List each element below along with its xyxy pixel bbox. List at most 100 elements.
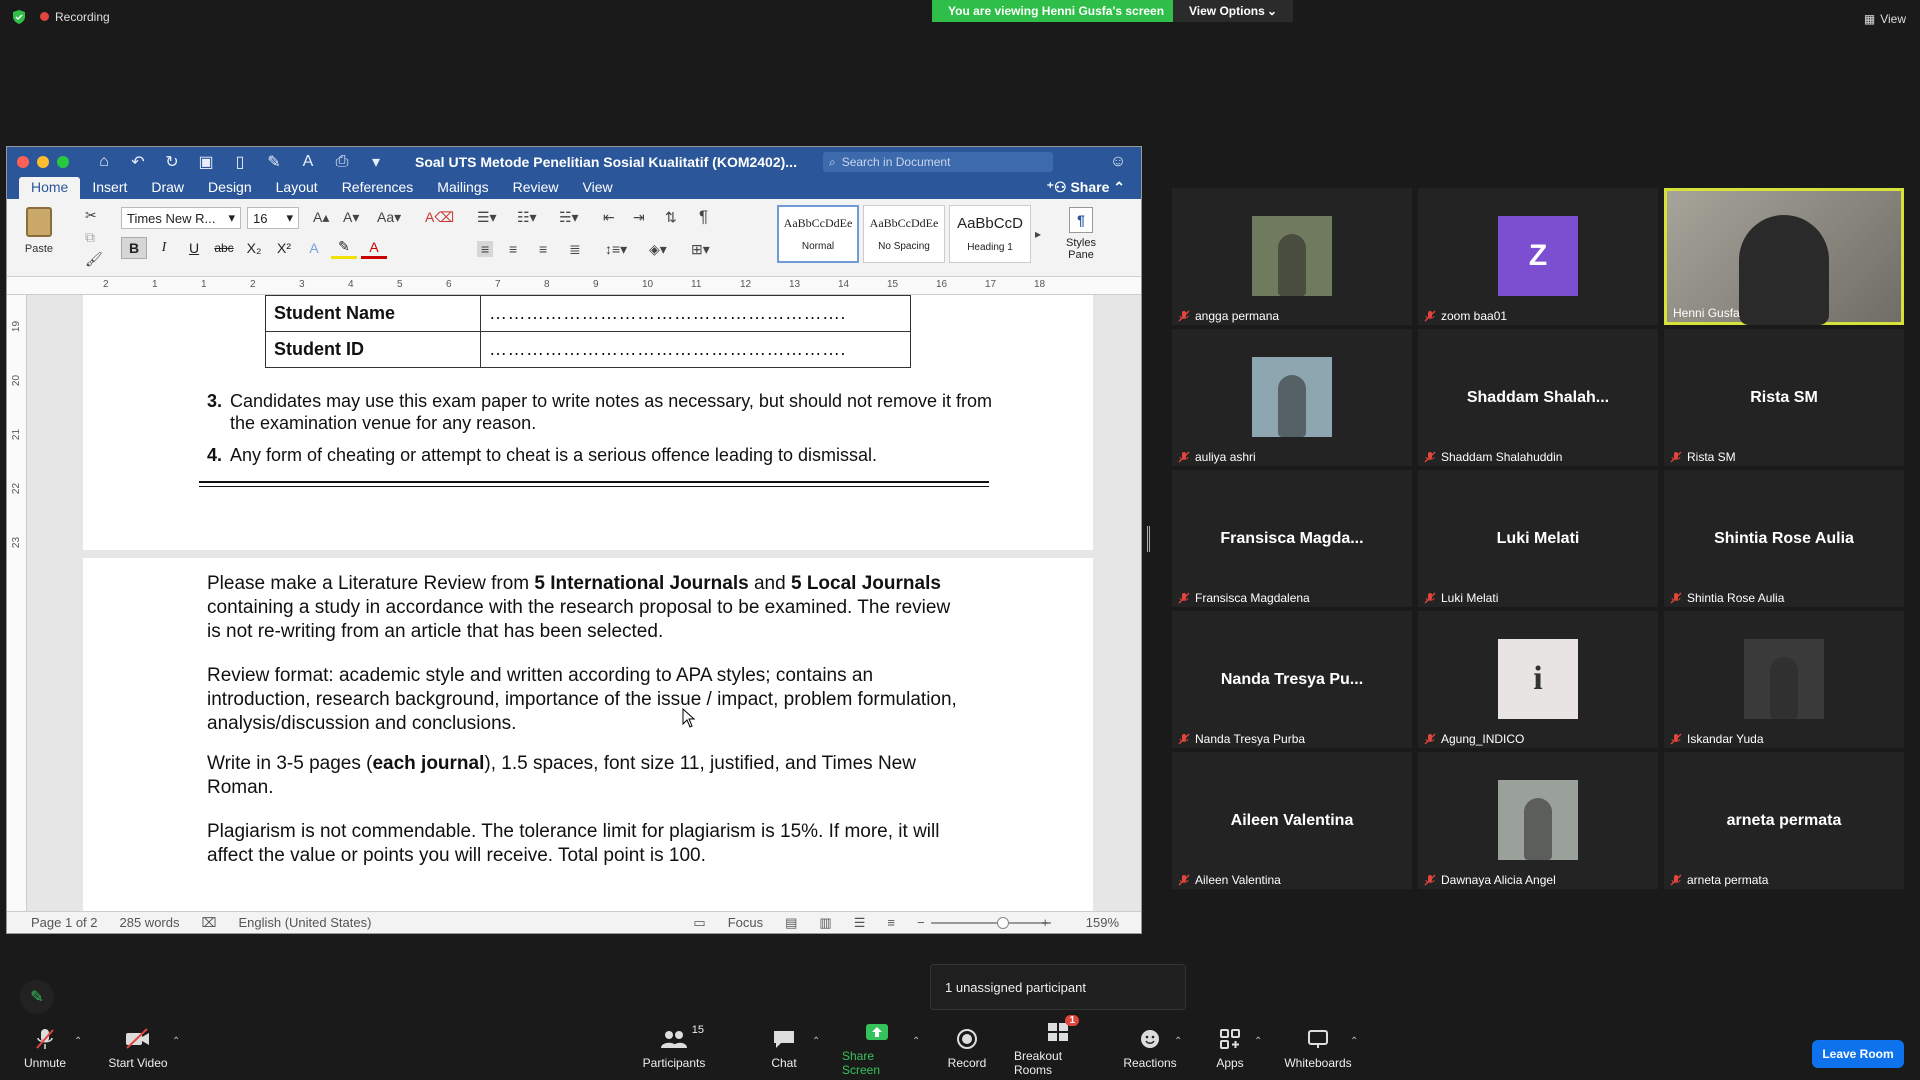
superscript-button[interactable]: X²: [271, 237, 297, 259]
participant-tile[interactable]: Dawnaya Alicia Angel: [1418, 752, 1658, 889]
vertical-ruler[interactable]: 19 20 21 22 23: [7, 295, 27, 911]
focus-button[interactable]: Focus: [728, 915, 763, 930]
customize-toolbar-icon[interactable]: ▾: [363, 152, 389, 172]
styles-pane-button[interactable]: ¶ Styles Pane: [1061, 207, 1101, 261]
zoom-slider[interactable]: [931, 917, 1051, 929]
participants-button[interactable]: 15 Participants: [642, 1018, 706, 1080]
unmute-button[interactable]: Unmute: [22, 1018, 68, 1080]
focus-icon[interactable]: ▭: [693, 915, 705, 931]
zoom-level[interactable]: 159%: [1086, 915, 1119, 930]
start-video-button[interactable]: Start Video: [108, 1018, 168, 1080]
outline-icon[interactable]: ☰: [854, 915, 866, 931]
align-left-icon[interactable]: ≡: [477, 241, 494, 257]
chevron-up-icon[interactable]: ⌃: [812, 1036, 820, 1047]
zoom-out-icon[interactable]: −: [917, 915, 925, 930]
change-case-icon[interactable]: Aa▾: [377, 209, 401, 226]
print-icon[interactable]: ⎙: [329, 153, 355, 171]
chevron-up-icon[interactable]: ⌃: [172, 1036, 180, 1047]
tab-layout[interactable]: Layout: [264, 177, 330, 199]
horizontal-ruler[interactable]: 2 1 1 2 3 4 5 6 7 8 9 10 11 12 13 14 15 16 17 18: [7, 277, 1141, 295]
highlight-button[interactable]: ✎: [331, 237, 357, 259]
zoom-slider-knob[interactable]: [997, 917, 1009, 929]
apps-button[interactable]: Apps: [1210, 1018, 1250, 1080]
align-center-icon[interactable]: ≡: [509, 241, 517, 257]
more-styles-arrow-icon[interactable]: ▸: [1035, 227, 1041, 241]
participant-tile[interactable]: Fransisca Magda... Fransisca Magdalena: [1172, 470, 1412, 607]
text-effects-button[interactable]: A: [301, 237, 327, 259]
font-color-button[interactable]: A: [361, 237, 387, 259]
sort-icon[interactable]: ⇅: [665, 209, 677, 226]
minimize-window-button[interactable]: [37, 156, 49, 168]
bold-button[interactable]: B: [121, 237, 147, 259]
user-icon[interactable]: ☺: [1105, 153, 1131, 171]
image-icon[interactable]: ▣: [193, 152, 219, 172]
participant-tile[interactable]: auliya ashri: [1172, 329, 1412, 466]
participant-tile[interactable]: Shintia Rose Aulia Shintia Rose Aulia: [1664, 470, 1904, 607]
tab-references[interactable]: References: [330, 177, 426, 199]
draft-icon[interactable]: ≡: [887, 915, 895, 930]
increase-indent-icon[interactable]: ⇥: [633, 209, 645, 226]
student-id-field[interactable]: ………………………………………………….: [480, 331, 911, 368]
italic-button[interactable]: I: [151, 237, 177, 259]
student-name-field[interactable]: ………………………………………………….: [480, 295, 911, 332]
reactions-button[interactable]: Reactions: [1123, 1018, 1177, 1080]
borders-icon[interactable]: ⊞▾: [691, 241, 710, 258]
paste-button[interactable]: Paste: [19, 207, 59, 255]
share-button[interactable]: ⁺⚇ Share ⌃: [1047, 179, 1125, 196]
language[interactable]: English (United States): [238, 915, 371, 930]
proofing-icon[interactable]: ⌧: [201, 915, 216, 931]
cut-icon[interactable]: ✂: [85, 207, 97, 224]
breakout-rooms-button[interactable]: 1 Breakout Rooms: [1014, 1015, 1102, 1080]
participant-tile[interactable]: Shaddam Shalah... Shaddam Shalahuddin: [1418, 329, 1658, 466]
style-no-spacing[interactable]: AaBbCcDdEe No Spacing: [863, 205, 945, 263]
split-view-handle[interactable]: [1147, 526, 1150, 552]
participant-tile[interactable]: Zzoom baa01: [1418, 188, 1658, 325]
web-layout-icon[interactable]: ▥: [819, 915, 831, 931]
undo-icon[interactable]: ↶: [125, 152, 151, 172]
leave-room-button[interactable]: Leave Room: [1812, 1040, 1904, 1068]
tab-draw[interactable]: Draw: [139, 177, 196, 199]
chevron-up-icon[interactable]: ⌃: [1350, 1036, 1358, 1047]
font-name-select[interactable]: Times New R... ▾: [121, 207, 241, 229]
tab-home[interactable]: Home: [19, 177, 81, 199]
redo-icon[interactable]: ↻: [159, 152, 185, 172]
grow-font-icon[interactable]: A▴: [313, 209, 329, 226]
line-spacing-icon[interactable]: ↕≡▾: [605, 241, 627, 258]
search-document-input[interactable]: ⌕ Search in Document: [822, 152, 1053, 172]
chat-button[interactable]: Chat: [764, 1018, 804, 1080]
participant-tile[interactable]: Rista SM Rista SM: [1664, 329, 1904, 466]
record-button[interactable]: Record: [946, 1018, 988, 1080]
unassigned-participant-popup[interactable]: 1 unassigned participant: [930, 964, 1186, 1010]
home-icon[interactable]: ⌂: [91, 153, 117, 171]
justify-icon[interactable]: ≣: [569, 241, 581, 258]
tab-review[interactable]: Review: [501, 177, 571, 199]
participant-tile[interactable]: Henni Gusfa: [1664, 188, 1904, 325]
format-painter-icon[interactable]: 🖌: [85, 251, 103, 268]
participant-tile[interactable]: angga permana: [1172, 188, 1412, 325]
view-button[interactable]: ▦ View: [1864, 12, 1906, 26]
align-right-icon[interactable]: ≡: [539, 241, 547, 257]
new-doc-icon[interactable]: ▯: [227, 152, 253, 172]
decrease-indent-icon[interactable]: ⇤: [603, 209, 615, 226]
tab-view[interactable]: View: [571, 177, 625, 199]
subscript-button[interactable]: X₂: [241, 237, 267, 259]
multilevel-list-icon[interactable]: ☵▾: [559, 209, 579, 226]
print-layout-icon[interactable]: ▤: [785, 915, 797, 931]
tab-mailings[interactable]: Mailings: [425, 177, 500, 199]
read-aloud-icon[interactable]: A: [295, 153, 321, 171]
maximize-window-button[interactable]: [57, 156, 69, 168]
tab-insert[interactable]: Insert: [80, 177, 139, 199]
participant-tile[interactable]: arneta permata arneta permata: [1664, 752, 1904, 889]
share-screen-button[interactable]: Share Screen: [842, 1018, 912, 1080]
view-options-button[interactable]: View Options ⌄: [1173, 0, 1293, 22]
recording-indicator[interactable]: Recording: [40, 10, 110, 24]
participant-tile[interactable]: Iskandar Yuda: [1664, 611, 1904, 748]
tab-design[interactable]: Design: [196, 177, 264, 199]
bullets-icon[interactable]: ☰▾: [477, 209, 497, 226]
strikethrough-button[interactable]: abc: [211, 237, 237, 259]
copy-icon[interactable]: ⧉: [85, 229, 95, 246]
participant-tile[interactable]: Nanda Tresya Pu... Nanda Tresya Purba: [1172, 611, 1412, 748]
page-count[interactable]: Page 1 of 2: [31, 915, 98, 930]
chevron-up-icon[interactable]: ⌃: [1174, 1036, 1182, 1047]
participant-tile[interactable]: i Agung_INDICO: [1418, 611, 1658, 748]
